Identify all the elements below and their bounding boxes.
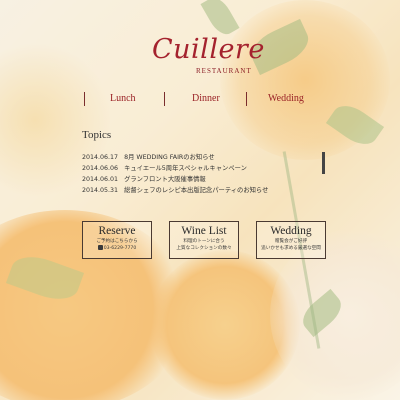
nav-divider xyxy=(164,92,165,106)
nav-dinner-link[interactable]: Dinner xyxy=(192,93,220,104)
wine-list-caption-2: 上質なコレクションの数々 xyxy=(176,246,232,251)
page-background: Cuillere RESTAURANT Lunch Dinner Wedding… xyxy=(0,0,400,400)
logo-subtitle: RESTAURANT xyxy=(196,67,252,75)
nav-wedding-link[interactable]: Wedding xyxy=(268,93,304,104)
topic-text: キュイエール5周年スペシャルキャンペーン xyxy=(124,165,247,172)
topic-date: 2014.06.06 xyxy=(82,165,119,172)
topic-item[interactable]: 2014.06.06 キュイエール5周年スペシャルキャンペーン xyxy=(82,163,268,174)
wedding-caption-2: 追いかせも求める厳選な空間 xyxy=(261,246,321,251)
main-nav: Lunch Dinner Wedding xyxy=(84,92,328,108)
wedding-title: Wedding xyxy=(270,225,312,237)
wine-list-caption: 料理のトーンに合う xyxy=(183,239,225,244)
nav-divider xyxy=(84,92,85,106)
reserve-caption: ご予約はこちらから xyxy=(96,239,138,244)
topic-item[interactable]: 2014.06.01 グランフロント大阪催事情報 xyxy=(82,174,268,185)
reserve-phone-number: 03-6229-7770 xyxy=(103,246,137,251)
reserve-phone: 03-6229-7770 xyxy=(83,245,151,252)
wine-list-title: Wine List xyxy=(181,225,227,237)
topic-text: 8月 WEDDING FAIRのお知らせ xyxy=(124,154,215,161)
restaurant-logo[interactable]: Cuillere RESTAURANT xyxy=(152,34,265,80)
wedding-caption: 贈覧会がご好評 xyxy=(274,239,308,244)
topics-list: 2014.06.17 8月 WEDDING FAIRのお知らせ 2014.06.… xyxy=(82,152,268,196)
topic-date: 2014.05.31 xyxy=(82,187,119,194)
reserve-title: Reserve xyxy=(98,225,136,237)
phone-icon xyxy=(97,245,103,250)
topic-item[interactable]: 2014.06.17 8月 WEDDING FAIRのお知らせ xyxy=(82,152,268,163)
logo-wordmark: Cuillere xyxy=(152,34,265,65)
topic-date: 2014.06.17 xyxy=(82,154,119,161)
wine-list-button[interactable]: Wine List 料理のトーンに合う 上質なコレクションの数々 xyxy=(169,221,239,259)
wedding-button[interactable]: Wedding 贈覧会がご好評 追いかせも求める厳選な空間 xyxy=(256,221,326,259)
topic-text: 総督シェフのレシピ本出版記念パーティのお知らせ xyxy=(124,187,269,194)
topics-scrollbar[interactable] xyxy=(322,152,325,174)
topic-text: グランフロント大阪催事情報 xyxy=(124,176,206,183)
topic-item[interactable]: 2014.05.31 総督シェフのレシピ本出版記念パーティのお知らせ xyxy=(82,185,268,196)
nav-divider xyxy=(246,92,247,106)
topic-date: 2014.06.01 xyxy=(82,176,119,183)
reserve-button[interactable]: Reserve ご予約はこちらから 03-6229-7770 xyxy=(82,221,152,259)
topics-heading: Topics xyxy=(82,129,112,141)
nav-lunch-link[interactable]: Lunch xyxy=(110,93,136,104)
